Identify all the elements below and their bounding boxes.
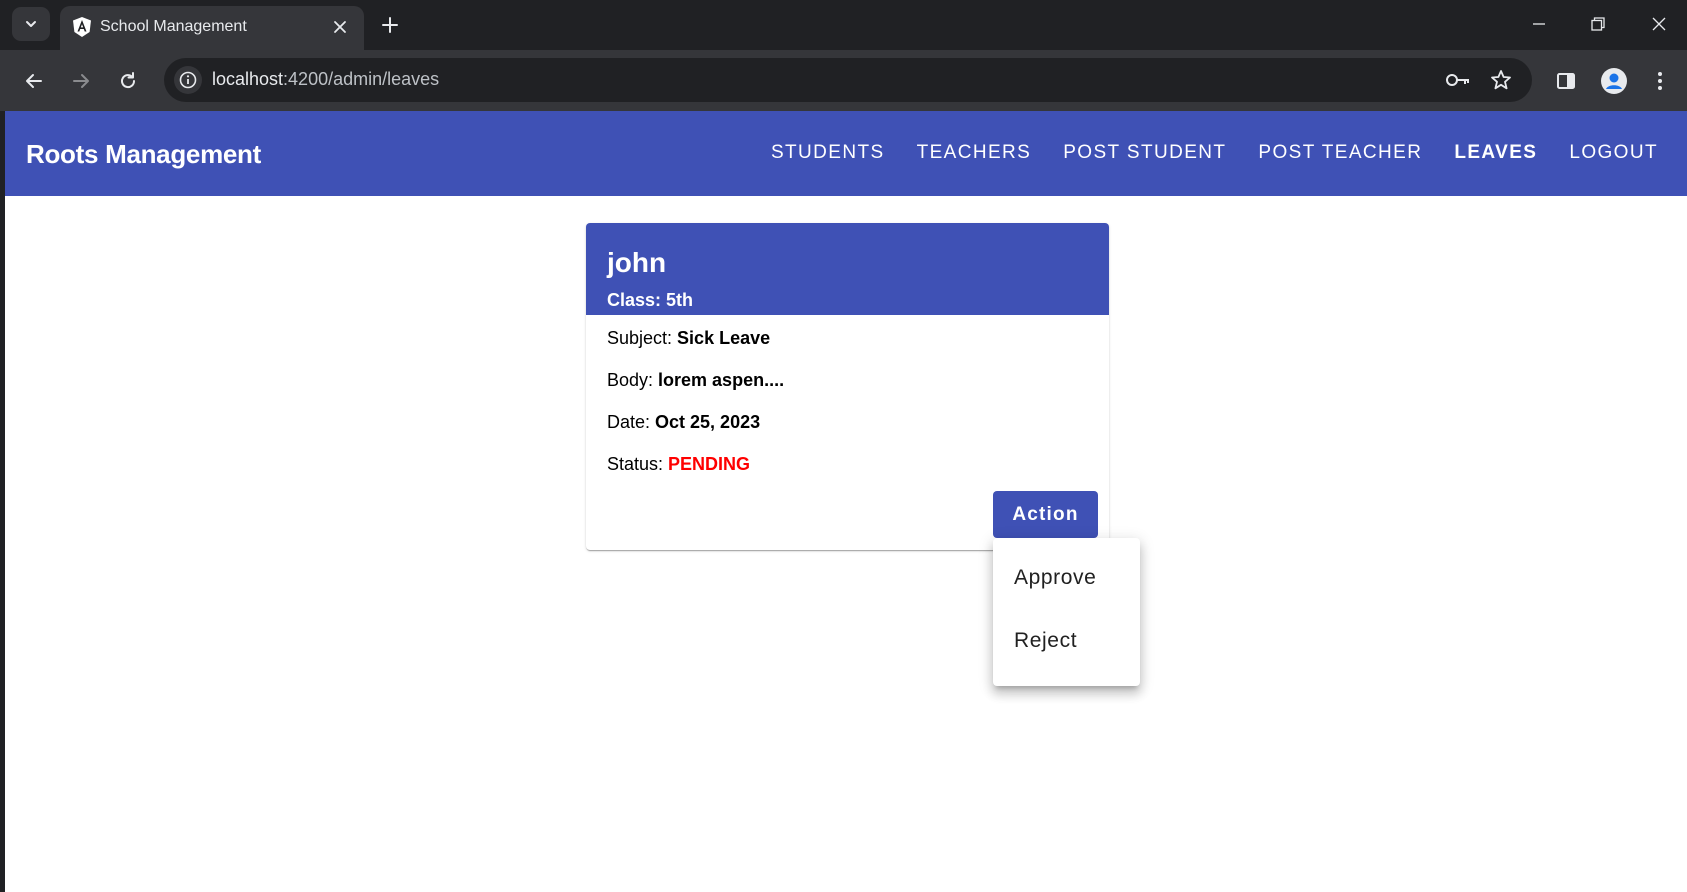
back-button[interactable] bbox=[17, 64, 51, 98]
address-bar[interactable]: localhost:4200/admin/leaves bbox=[164, 58, 1532, 102]
menu-item-approve[interactable]: Approve bbox=[993, 546, 1140, 609]
main-nav: STUDENTS TEACHERS POST STUDENT POST TEAC… bbox=[771, 142, 1658, 164]
nav-post-student[interactable]: POST STUDENT bbox=[1063, 142, 1226, 164]
plus-icon bbox=[382, 17, 398, 33]
class-value: 5th bbox=[666, 290, 694, 310]
action-button[interactable]: Action bbox=[993, 491, 1098, 538]
side-panel-button[interactable] bbox=[1549, 64, 1583, 98]
window-close-button[interactable] bbox=[1636, 8, 1682, 40]
tab-strip: School Management bbox=[0, 0, 1687, 50]
nav-leaves[interactable]: LEAVES bbox=[1454, 142, 1537, 164]
arrow-right-icon bbox=[73, 74, 89, 88]
date-field: Date: Oct 25, 2023 bbox=[607, 412, 760, 433]
nav-logout[interactable]: LOGOUT bbox=[1569, 142, 1658, 164]
minimize-button[interactable] bbox=[1516, 8, 1562, 40]
password-manager-button[interactable] bbox=[1444, 66, 1472, 94]
forward-button[interactable] bbox=[64, 64, 98, 98]
restore-button[interactable] bbox=[1575, 8, 1621, 40]
more-vertical-icon bbox=[1658, 72, 1662, 90]
url-text: localhost:4200/admin/leaves bbox=[212, 69, 439, 90]
class-label: Class: bbox=[607, 290, 667, 310]
tab-close-button[interactable] bbox=[328, 15, 352, 39]
status-badge: PENDING bbox=[668, 454, 751, 474]
star-icon bbox=[1491, 70, 1511, 90]
browser-chrome: School Management localhost:4200/admin/l… bbox=[0, 0, 1687, 111]
app-header: Roots Management STUDENTS TEACHERS POST … bbox=[5, 111, 1687, 196]
side-panel-icon bbox=[1557, 73, 1575, 89]
body-label: Body: bbox=[607, 370, 659, 390]
bookmark-button[interactable] bbox=[1487, 66, 1515, 94]
browser-tab[interactable]: School Management bbox=[60, 6, 364, 50]
body-field: Body: lorem aspen.... bbox=[607, 370, 784, 391]
profile-button[interactable] bbox=[1597, 64, 1631, 98]
browser-toolbar: localhost:4200/admin/leaves bbox=[0, 50, 1687, 111]
body-value: lorem aspen.... bbox=[658, 370, 785, 390]
action-menu: Approve Reject bbox=[993, 538, 1140, 686]
subject-value: Sick Leave bbox=[677, 328, 771, 348]
status-label: Status: bbox=[607, 454, 669, 474]
arrow-left-icon bbox=[26, 74, 42, 88]
status-field: Status: PENDING bbox=[607, 454, 750, 475]
key-icon bbox=[1446, 74, 1469, 86]
window-border bbox=[0, 111, 5, 892]
nav-post-teacher[interactable]: POST TEACHER bbox=[1258, 142, 1422, 164]
browser-menu-button[interactable] bbox=[1643, 64, 1677, 98]
reload-icon bbox=[121, 72, 136, 89]
tab-search-button[interactable] bbox=[12, 7, 50, 41]
close-icon bbox=[334, 21, 346, 33]
reload-button[interactable] bbox=[111, 64, 145, 98]
restore-icon bbox=[1591, 17, 1605, 31]
nav-students[interactable]: STUDENTS bbox=[771, 142, 885, 164]
close-icon bbox=[1652, 17, 1666, 31]
brand-title[interactable]: Roots Management bbox=[26, 139, 261, 170]
leave-card-header: john Class: 5th bbox=[586, 223, 1109, 315]
angular-favicon-icon bbox=[73, 17, 91, 37]
date-value: Oct 25, 2023 bbox=[655, 412, 761, 432]
nav-teachers[interactable]: TEACHERS bbox=[917, 142, 1032, 164]
tab-title: School Management bbox=[100, 18, 247, 35]
new-tab-button[interactable] bbox=[376, 11, 404, 39]
student-class: Class: 5th bbox=[607, 290, 693, 311]
site-info-button[interactable] bbox=[174, 66, 202, 94]
url-path: :4200/admin/leaves bbox=[283, 69, 440, 89]
chevron-down-icon bbox=[26, 21, 36, 27]
menu-item-reject[interactable]: Reject bbox=[993, 609, 1140, 672]
subject-label: Subject: bbox=[607, 328, 678, 348]
student-name: john bbox=[607, 247, 667, 278]
minimize-icon bbox=[1533, 23, 1545, 25]
date-label: Date: bbox=[607, 412, 656, 432]
info-icon bbox=[179, 71, 197, 89]
avatar-icon bbox=[1601, 68, 1627, 94]
url-host: localhost bbox=[212, 69, 284, 89]
subject-field: Subject: Sick Leave bbox=[607, 328, 770, 349]
leave-card: john Class: 5th Subject: Sick Leave Body… bbox=[586, 223, 1109, 550]
